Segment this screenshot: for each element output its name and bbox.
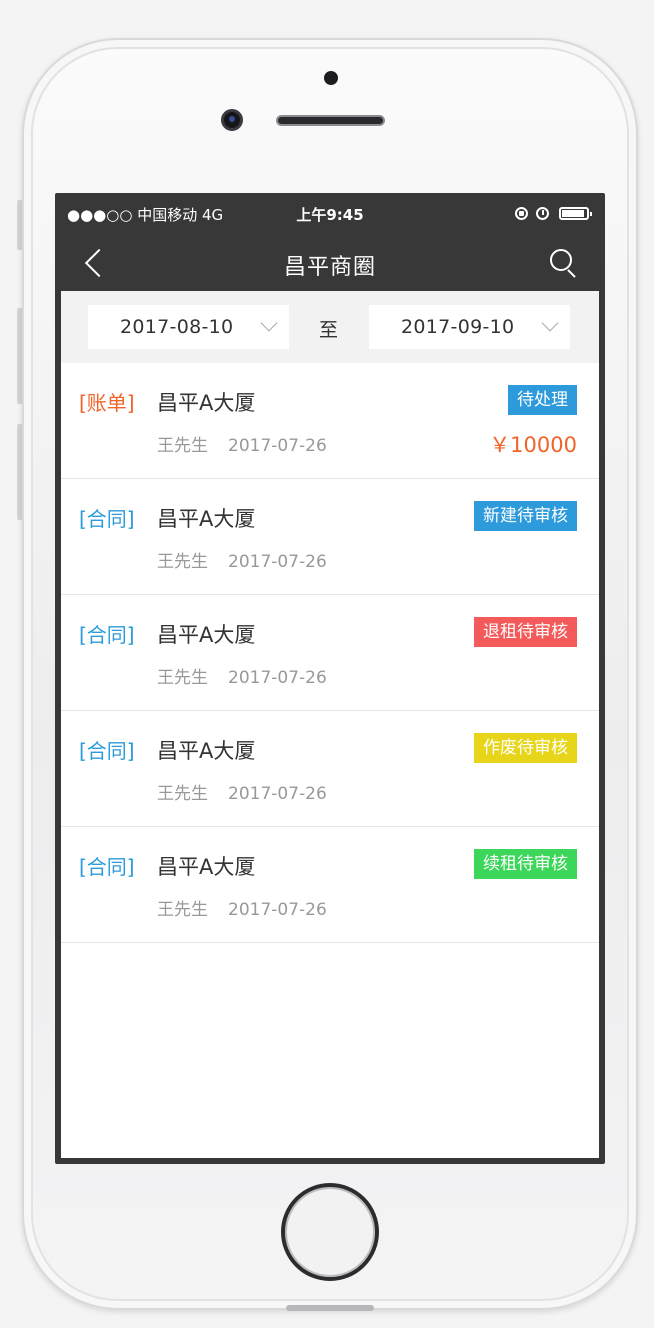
status-badge: 待处理 [508, 385, 577, 415]
record-type-tag: [合同] [79, 623, 135, 647]
app-viewport: ●●●○○ 中国移动 4G 上午9:45 昌平商圈 2017-08-10 至 2… [61, 193, 599, 1158]
record-meta: 王先生 2017-07-26 [157, 431, 327, 456]
record-type-tag: [合同] [79, 739, 135, 763]
record-title: 昌平A大厦 [157, 391, 256, 415]
list-item[interactable]: [合同] 昌平A大厦 王先生 2017-07-26 退租待审核 [61, 595, 599, 711]
record-type-tag: [合同] [79, 855, 135, 879]
record-meta: 王先生 2017-07-26 [157, 779, 327, 804]
list-item[interactable]: [合同] 昌平A大厦 王先生 2017-07-26 新建待审核 [61, 479, 599, 595]
navigation-bar: 昌平商圈 [61, 233, 599, 291]
phone-screen: ●●●○○ 中国移动 4G 上午9:45 昌平商圈 2017-08-10 至 2… [55, 193, 605, 1164]
record-date: 2017-07-26 [228, 900, 327, 920]
page-title: 昌平商圈 [283, 255, 376, 280]
list-item[interactable]: [账单] 昌平A大厦 王先生 2017-07-26 待处理 ￥10000 [61, 363, 599, 479]
search-icon[interactable] [543, 243, 581, 281]
record-person: 王先生 [157, 552, 208, 572]
battery-icon [559, 206, 592, 220]
rotation-lock-icon [515, 206, 528, 220]
status-bar: ●●●○○ 中国移动 4G 上午9:45 [61, 193, 599, 233]
record-date: 2017-07-26 [228, 436, 327, 456]
date-range-filter: 2017-08-10 至 2017-09-10 [61, 291, 599, 363]
record-date: 2017-07-26 [228, 668, 327, 688]
list-item[interactable]: [合同] 昌平A大厦 王先生 2017-07-26 续租待审核 [61, 827, 599, 943]
record-person: 王先生 [157, 900, 208, 920]
record-title: 昌平A大厦 [157, 855, 256, 879]
alarm-icon [536, 206, 549, 220]
status-icons [515, 203, 592, 223]
front-camera-icon [221, 109, 243, 131]
proximity-sensor [324, 71, 338, 85]
record-person: 王先生 [157, 436, 208, 456]
chevron-down-icon [260, 314, 278, 332]
home-button[interactable] [281, 1183, 379, 1281]
record-list: [账单] 昌平A大厦 王先生 2017-07-26 待处理 ￥10000 [合同]… [61, 363, 599, 943]
status-badge: 续租待审核 [474, 849, 577, 879]
record-date: 2017-07-26 [228, 552, 327, 572]
record-title: 昌平A大厦 [157, 623, 256, 647]
record-meta: 王先生 2017-07-26 [157, 547, 327, 572]
record-amount: ￥10000 [489, 433, 577, 457]
status-badge: 新建待审核 [474, 501, 577, 531]
earpiece-speaker [276, 115, 385, 126]
record-type-tag: [账单] [79, 391, 135, 415]
chevron-down-icon [541, 314, 559, 332]
phone-bottom-edge [286, 1305, 374, 1311]
list-item[interactable]: [合同] 昌平A大厦 王先生 2017-07-26 作废待审核 [61, 711, 599, 827]
record-type-tag: [合同] [79, 507, 135, 531]
start-date-select[interactable]: 2017-08-10 [88, 305, 289, 349]
start-date-value: 2017-08-10 [120, 316, 234, 338]
record-person: 王先生 [157, 668, 208, 688]
end-date-value: 2017-09-10 [401, 316, 515, 338]
record-date: 2017-07-26 [228, 784, 327, 804]
status-badge: 作废待审核 [474, 733, 577, 763]
record-title: 昌平A大厦 [157, 739, 256, 763]
end-date-select[interactable]: 2017-09-10 [369, 305, 570, 349]
record-meta: 王先生 2017-07-26 [157, 895, 327, 920]
record-title: 昌平A大厦 [157, 507, 256, 531]
date-separator: 至 [319, 319, 339, 341]
record-person: 王先生 [157, 784, 208, 804]
record-meta: 王先生 2017-07-26 [157, 663, 327, 688]
status-badge: 退租待审核 [474, 617, 577, 647]
